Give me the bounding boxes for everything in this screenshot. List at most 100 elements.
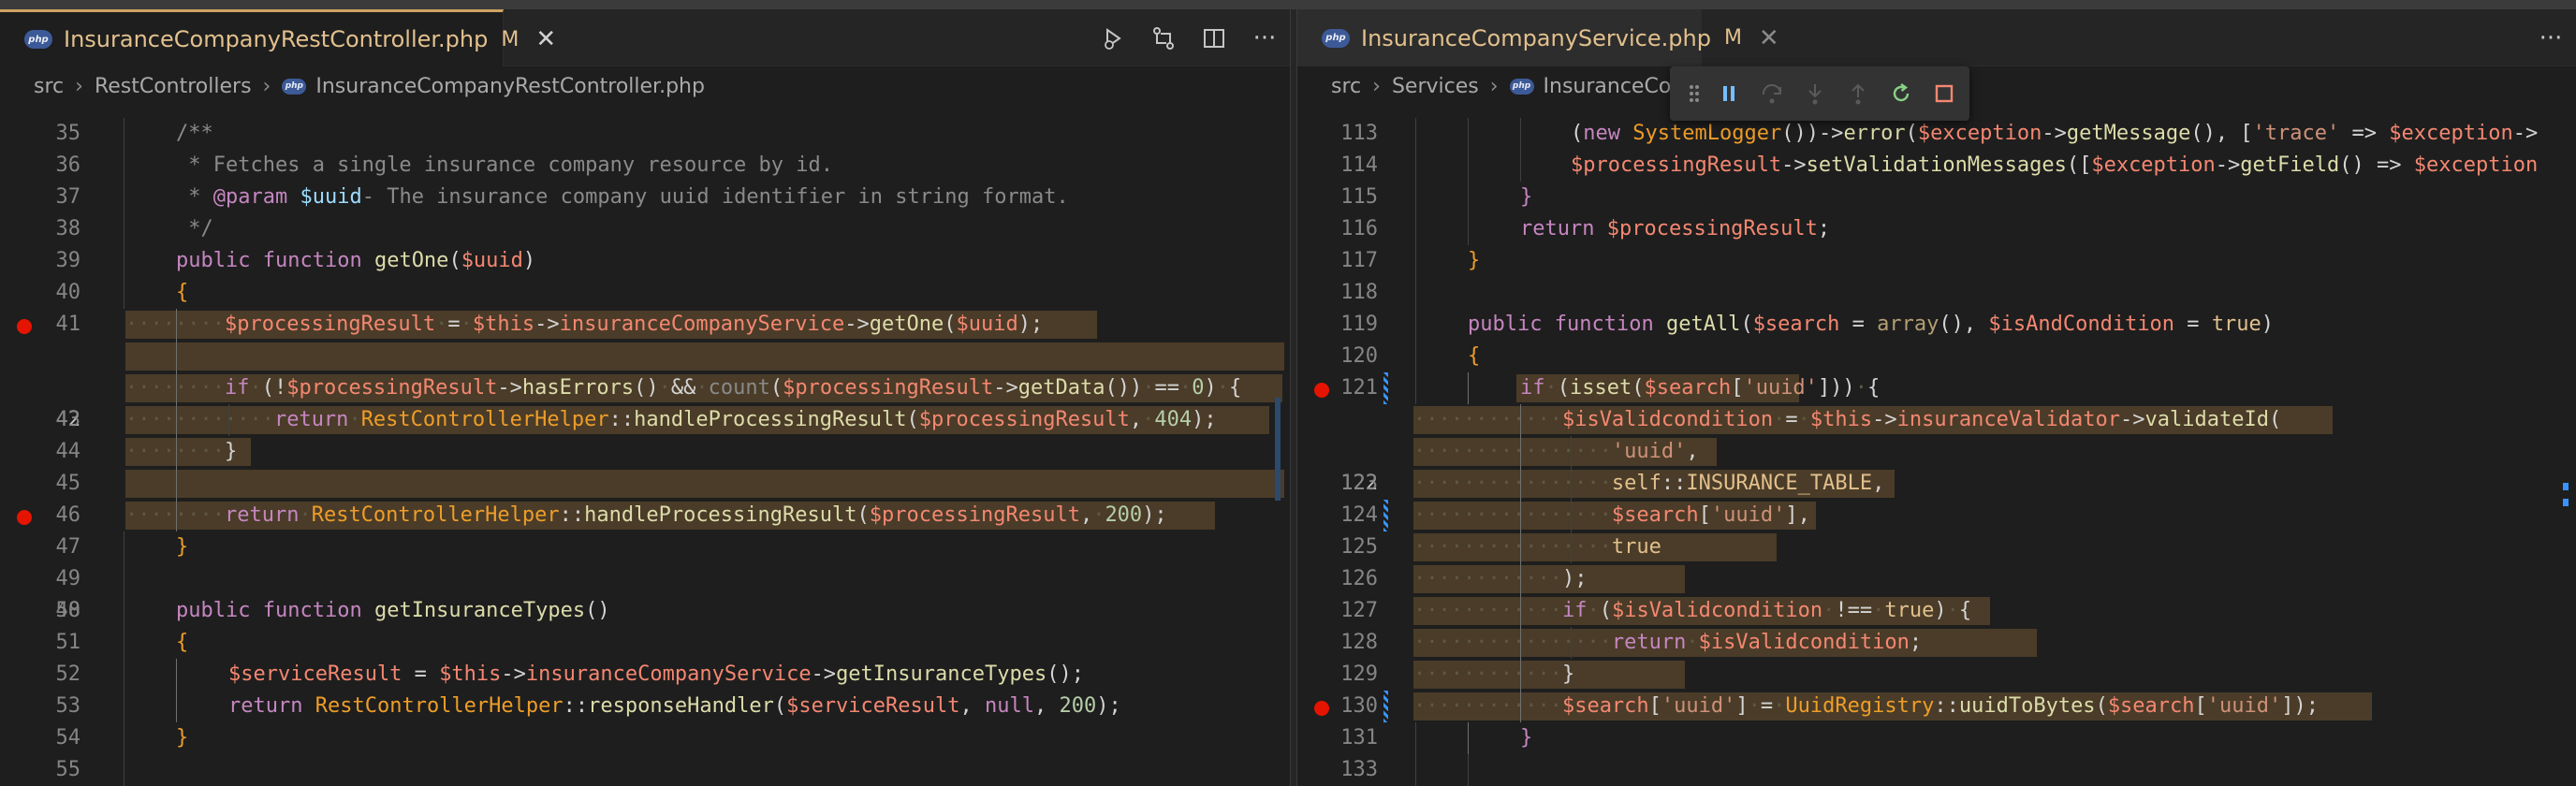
code-line: 133 } (1297, 722, 2576, 781)
editor-split-sash[interactable] (1290, 9, 1297, 786)
code-line: 53 $serviceResult = $this->insuranceComp… (0, 659, 1290, 718)
code-line: 38 * @param $uuid- The insurance company… (0, 182, 1290, 240)
breadcrumb-services[interactable]: Services (1392, 75, 1479, 98)
overview-ruler-mark (2563, 499, 2569, 506)
overview-ruler-mark (2563, 483, 2569, 490)
tab-label: InsuranceCompanyService.php (1361, 24, 1711, 51)
git-change-marker (1383, 372, 1388, 404)
drag-handle-icon[interactable] (1681, 72, 1707, 115)
indent-guide (1468, 118, 1469, 150)
tab-label: InsuranceCompanyRestController.php (64, 26, 489, 52)
breadcrumb-restcontrollers[interactable]: RestControllers (95, 75, 252, 98)
indent-guide (1415, 372, 1416, 404)
modified-indicator: M (1723, 26, 1742, 50)
chevron-right-icon: › (75, 74, 83, 98)
indent-guide (1415, 722, 1416, 754)
run-debug-icon[interactable] (1088, 9, 1138, 66)
step-over-icon[interactable] (1750, 72, 1793, 115)
php-file-icon: php (1509, 78, 1534, 95)
code-line: 124 ················'uuid', (1297, 436, 2576, 527)
indent-guide (176, 659, 177, 691)
code-line: 121 { (1297, 341, 2576, 400)
code-line: 115 $processingResult->setValidationMess… (1297, 150, 2576, 209)
code-line: 114 (new SystemLogger())->error($excepti… (1297, 118, 2576, 177)
indent-guide (1520, 118, 1521, 150)
code-line: 40 public function getOne($uuid) (0, 245, 1290, 304)
pause-icon[interactable] (1707, 72, 1750, 115)
code-line: 42 ········$processingResult·=·$this->in… (0, 309, 1290, 431)
chevron-right-icon: › (1372, 74, 1381, 98)
code-line: 49 } (0, 531, 1290, 590)
code-line: 35 (0, 106, 1290, 145)
code-line: 125 ················self::INSURANCE_TABL… (1297, 468, 2576, 559)
code-line: 50 (0, 563, 1290, 622)
indent-guide (1415, 277, 1416, 309)
tab-insurance-company-service[interactable]: php InsuranceCompanyService.php M ✕ (1297, 9, 1779, 66)
tab-insurance-company-rest-controller[interactable]: php InsuranceCompanyRestController.php M… (0, 9, 556, 66)
code-line: 134 (1297, 754, 2576, 786)
indent-guide (1415, 150, 1416, 182)
breakpoint-icon[interactable] (17, 510, 32, 525)
close-icon[interactable]: ✕ (535, 25, 556, 53)
open-changes-icon[interactable] (1138, 9, 1189, 66)
breadcrumb-file[interactable]: InsuranceCompanyRestController.php (315, 75, 705, 98)
breakpoint-icon[interactable] (1314, 383, 1329, 398)
code-line: 119 (1297, 277, 2576, 336)
indent-guide (1415, 118, 1416, 150)
git-change-marker (1383, 691, 1388, 722)
code-line: 129 ············if·($isValidcondition·!=… (1297, 595, 2576, 686)
editor-group-left: php InsuranceCompanyRestController.php M… (0, 9, 1290, 786)
code-line: 130 ················return·$isValidcondi… (1297, 627, 2576, 718)
chevron-right-icon: › (1489, 74, 1499, 98)
close-icon[interactable]: ✕ (1759, 24, 1779, 52)
code-line: 122 if·(isset($search['uuid']))·{ (1297, 372, 2576, 495)
editor-actions: ··· (1088, 9, 1290, 66)
code-line: 45 ············return·RestControllerHelp… (0, 404, 1290, 495)
indent-guide (176, 691, 177, 722)
code-line: 46 ········} (0, 436, 1290, 527)
code-line: 44 ········if·(!$processingResult->hasEr… (0, 372, 1290, 463)
indent-guide (1415, 754, 1416, 786)
more-actions-icon[interactable]: ··· (1239, 9, 1290, 66)
step-out-icon[interactable] (1837, 72, 1880, 115)
breakpoint-icon[interactable] (1314, 701, 1329, 716)
indent-guide (1415, 182, 1416, 213)
code-line: 43 (0, 341, 1290, 431)
indent-guide (1468, 754, 1469, 786)
code-line: 52 { (0, 627, 1290, 686)
modified-indicator: M (501, 27, 520, 51)
indent-guide (1415, 213, 1416, 245)
code-line: 116 } (1297, 182, 2576, 240)
code-line: 41 { (0, 277, 1290, 336)
breadcrumb-src[interactable]: src (34, 75, 64, 98)
git-change-marker (1383, 500, 1388, 531)
code-line: 55 } (0, 722, 1290, 781)
code-editor-left[interactable]: 35 36 /** 37 * Fetches a single insuranc… (0, 106, 1290, 786)
code-line: 47 (0, 468, 1290, 559)
indent-guide (176, 468, 177, 500)
tab-bar: php InsuranceCompanyRestController.php M… (0, 9, 1290, 66)
code-editor-right[interactable]: 113 114 (new SystemLogger())->error($exc… (1297, 106, 2576, 786)
stop-icon[interactable] (1923, 72, 1966, 115)
restart-icon[interactable] (1880, 72, 1923, 115)
indent-guide (1415, 245, 1416, 277)
code-line: 131 ············} (1297, 659, 2576, 750)
window-top-strip (0, 0, 2576, 9)
php-file-icon: php (1322, 28, 1350, 48)
editor-group-right: php InsuranceCompanyService.php M ✕ ··· … (1297, 9, 2576, 786)
code-line: 118 } (1297, 245, 2576, 304)
code-line: 127 ················true (1297, 531, 2576, 622)
selection-highlight (125, 342, 1284, 371)
chevron-right-icon: › (262, 74, 271, 98)
code-line: 132 ············$search['uuid']·=·UuidRe… (1297, 691, 2576, 722)
code-line: 48 ········return·RestControllerHelper::… (0, 500, 1290, 622)
breakpoint-icon[interactable] (17, 319, 32, 334)
overview-ruler-mark (1275, 398, 1281, 501)
code-line: 39 */ (0, 213, 1290, 272)
more-actions-icon[interactable]: ··· (2525, 9, 2576, 66)
code-line: 128 ············); (1297, 563, 2576, 654)
split-editor-icon[interactable] (1189, 9, 1239, 66)
breadcrumb-src[interactable]: src (1331, 75, 1361, 98)
code-line: 51 public function getInsuranceTypes() (0, 595, 1290, 654)
step-into-icon[interactable] (1793, 72, 1837, 115)
